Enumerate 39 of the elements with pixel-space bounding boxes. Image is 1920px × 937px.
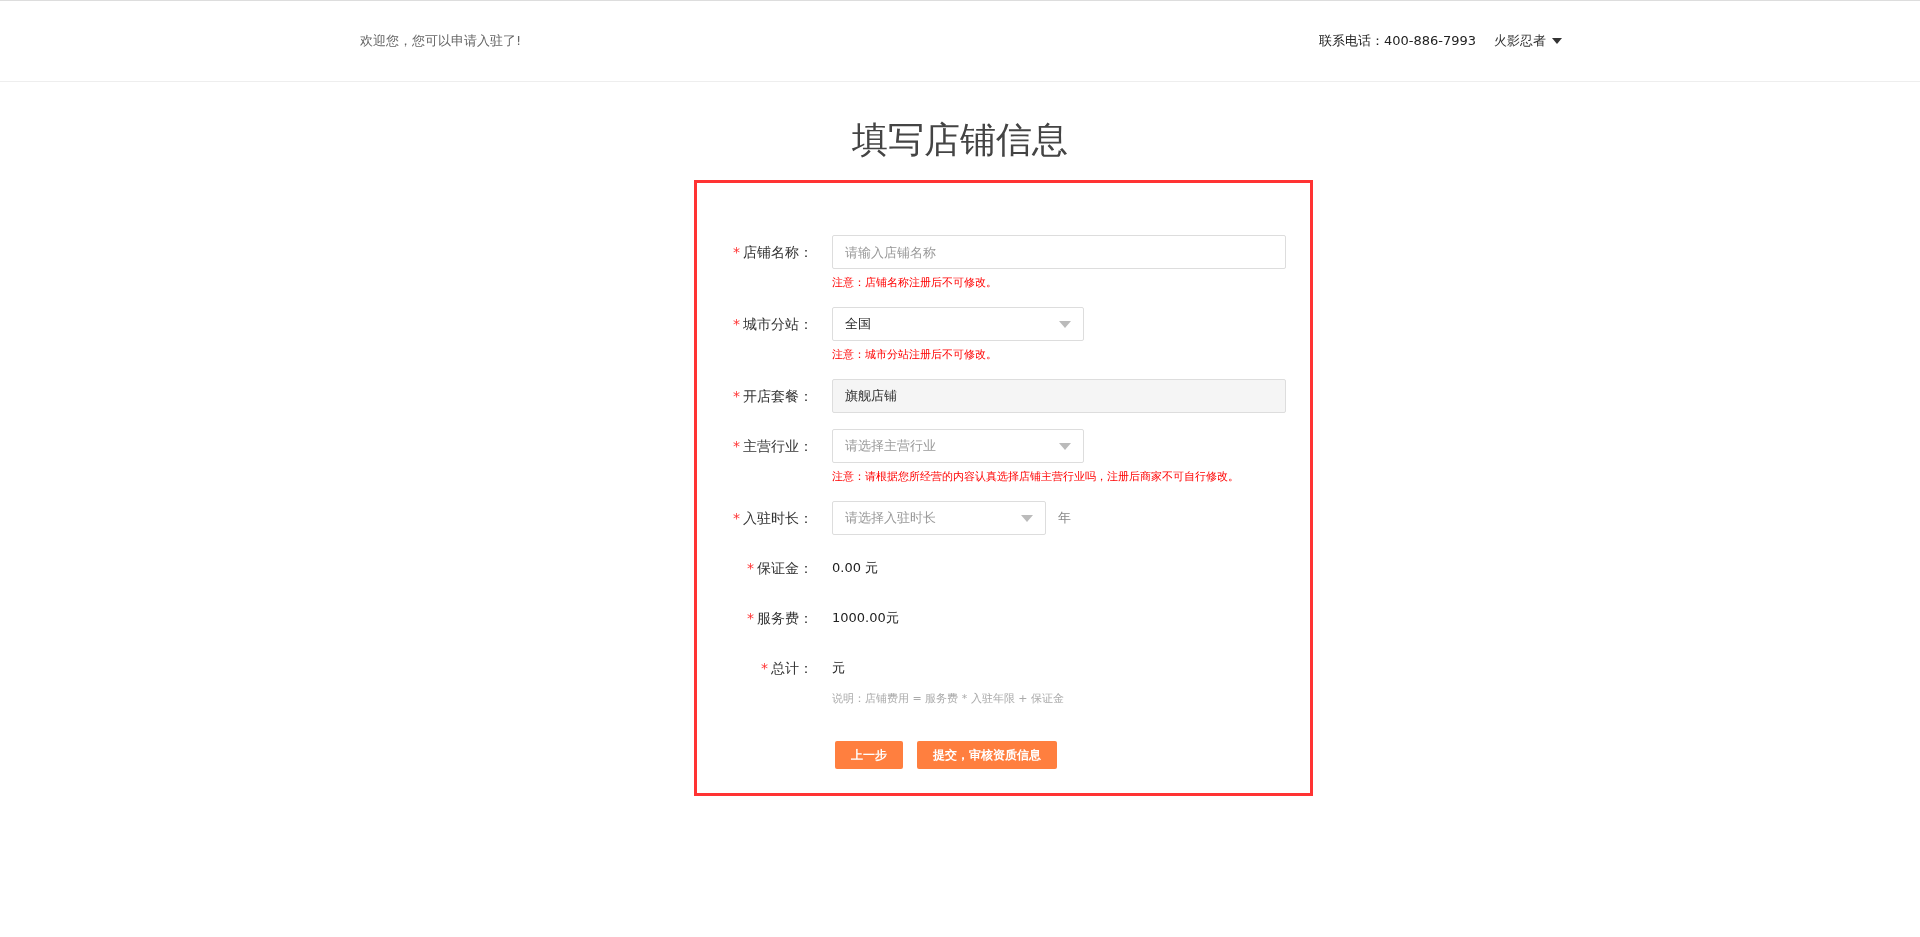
input-field[interactable]: 旗舰店铺 (832, 379, 1286, 413)
select-field[interactable]: 全国 (832, 307, 1084, 341)
field-label: 总计： (771, 660, 813, 676)
required-mark: * (761, 660, 768, 676)
field-label: 保证金： (757, 560, 813, 576)
field-label: 城市分站： (743, 316, 813, 332)
input-field[interactable]: 请输入店铺名称 (832, 235, 1286, 269)
formula-note: 说明：店铺费用 = 服务费 * 入驻年限 + 保证金 (832, 691, 1065, 707)
form-button[interactable]: 上一步 (835, 741, 903, 769)
required-mark: * (733, 438, 740, 454)
required-mark: * (733, 244, 740, 260)
phone-text: 联系电话：400-886-7993 (1318, 32, 1476, 50)
field-label: 服务费： (757, 610, 813, 626)
caret-icon (1552, 38, 1562, 44)
select-field[interactable]: 请选择入驻时长 (832, 501, 1046, 535)
field-value: 0.00 元 (832, 559, 879, 577)
required-mark: * (733, 316, 740, 332)
field-label: 开店套餐： (743, 388, 813, 404)
caret-icon (1059, 320, 1071, 328)
select-field[interactable]: 请选择主营行业 (832, 429, 1084, 463)
unit-text: 年 (1058, 509, 1071, 527)
field-label: 店铺名称： (743, 244, 813, 260)
required-mark: * (747, 560, 754, 576)
user-menu[interactable]: 火影忍者 (1494, 32, 1562, 50)
field-value: 元 (832, 659, 845, 677)
form-button[interactable]: 提交，审核资质信息 (917, 741, 1057, 769)
caret-icon (1021, 514, 1033, 522)
required-mark: * (733, 388, 740, 404)
warning-note: 注意：城市分站注册后不可修改。 (832, 347, 998, 363)
required-mark: * (733, 510, 740, 526)
field-value: 1000.00元 (832, 609, 899, 627)
field-label: 入驻时长： (743, 510, 813, 526)
welcome-text: 欢迎您，您可以申请入驻了! (360, 32, 522, 50)
field-label: 主营行业： (743, 438, 813, 454)
warning-note: 注意：请根据您所经营的内容认真选择店铺主营行业吗，注册后商家不可自行修改。 (832, 469, 1240, 485)
page-title: 填写店铺信息 (851, 118, 1069, 162)
caret-icon (1059, 442, 1071, 450)
required-mark: * (747, 610, 754, 626)
warning-note: 注意：店铺名称注册后不可修改。 (832, 275, 998, 291)
